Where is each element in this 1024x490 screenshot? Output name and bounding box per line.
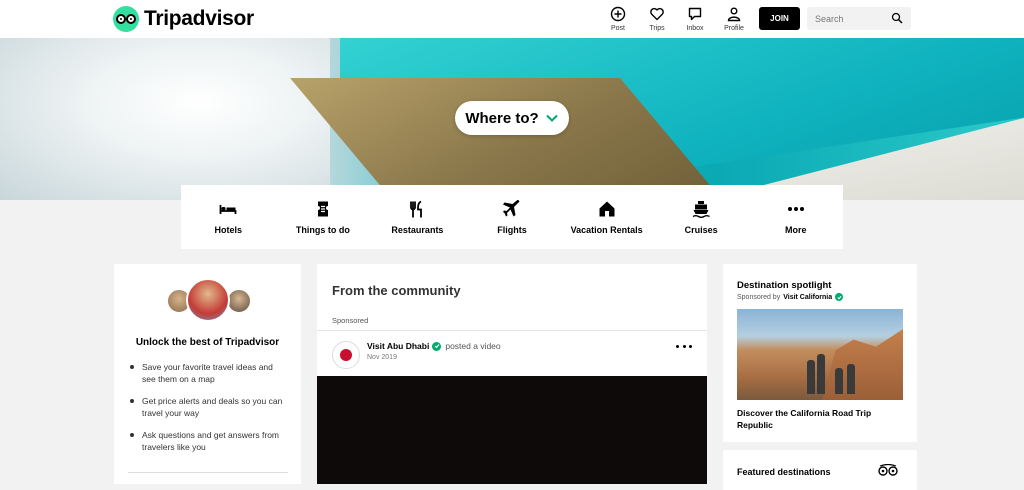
verified-check-icon (432, 341, 442, 351)
spotlight-sponsor: Sponsored by Visit California (737, 293, 844, 301)
category-cruises-label: Cruises (684, 224, 718, 235)
benefit-list: Save your favorite travel ideas and see … (128, 361, 288, 463)
ship-icon (692, 200, 711, 218)
post-date: Nov 2019 (367, 354, 397, 361)
search-placeholder: Search (815, 13, 844, 24)
category-hotels-label: Hotels (214, 224, 243, 235)
nav-profile[interactable]: Profile (714, 6, 754, 32)
verified-check-icon (835, 293, 844, 301)
bed-icon (219, 204, 237, 214)
community-title: From the community (332, 283, 461, 298)
where-to-button[interactable]: Where to? (455, 101, 569, 135)
tripadvisor-logo[interactable]: Tripadvisor (113, 6, 254, 32)
more-dots-icon (787, 206, 804, 211)
category-things-to-do[interactable]: Things to do (276, 185, 371, 249)
benefit-item: Save your favorite travel ideas and see … (128, 361, 288, 385)
unlock-card: Unlock the best of Tripadvisor Save your… (114, 264, 301, 484)
traveler-avatars (166, 278, 252, 324)
nav-inbox[interactable]: Inbox (675, 6, 715, 32)
post-more-options-icon[interactable] (676, 341, 692, 351)
divider (317, 330, 707, 331)
benefit-item: Ask questions and get answers from trave… (128, 429, 288, 453)
community-card: From the community Sponsored Visit Abu D… (317, 264, 707, 484)
divider (128, 472, 288, 473)
benefit-item: Get price alerts and deals so you can tr… (128, 395, 288, 419)
post-author[interactable]: Visit Abu Dhabi (367, 341, 429, 351)
category-flights[interactable]: Flights (465, 185, 560, 249)
avatar (186, 278, 230, 322)
top-header: Tripadvisor Post Trips Inbox Profile JOI… (0, 0, 1024, 38)
nav-trips[interactable]: Trips (637, 6, 677, 32)
visit-abu-dhabi-avatar[interactable] (332, 341, 360, 369)
post-header: Visit Abu Dhabi posted a video (367, 341, 501, 351)
category-restaurants[interactable]: Restaurants (370, 185, 465, 249)
chat-icon (688, 7, 702, 21)
category-vacation-rentals-label: Vacation Rentals (570, 224, 643, 235)
post-action: posted a video (445, 341, 501, 351)
nav-inbox-label: Inbox (686, 25, 704, 32)
search-input[interactable]: Search (807, 7, 911, 30)
destination-spotlight-card: Destination spotlight Sponsored by Visit… (723, 264, 917, 442)
featured-destinations-card: Featured destinations (723, 450, 917, 490)
nav-profile-label: Profile (724, 25, 744, 32)
spotlight-caption[interactable]: Discover the California Road Trip Republ… (737, 407, 907, 431)
hero-ocean-foam (0, 38, 330, 200)
owl-logo-icon (878, 464, 898, 476)
video-player[interactable] (317, 376, 707, 484)
ticket-icon (317, 201, 328, 216)
where-to-label: Where to? (465, 109, 539, 127)
sponsor-name[interactable]: Visit California (783, 294, 832, 301)
category-more-label: More (785, 224, 807, 235)
category-hotels[interactable]: Hotels (181, 185, 276, 249)
spotlight-image[interactable] (737, 309, 903, 400)
sponsored-by-label: Sponsored by (737, 293, 781, 301)
category-things-to-do-label: Things to do (295, 224, 350, 235)
nav-post-label: Post (610, 25, 625, 32)
nav-trips-label: Trips (649, 25, 665, 32)
nav-post[interactable]: Post (598, 6, 638, 32)
plane-icon (503, 199, 520, 216)
category-flights-label: Flights (497, 224, 527, 235)
join-button[interactable]: JOIN (759, 7, 800, 30)
owl-logo-icon (113, 6, 139, 32)
person-icon (727, 7, 741, 22)
featured-title: Featured destinations (737, 467, 831, 477)
spotlight-title: Destination spotlight (737, 280, 832, 291)
logo-text: Tripadvisor (144, 7, 254, 30)
heart-icon (650, 7, 664, 21)
category-cruises[interactable]: Cruises (654, 185, 749, 249)
house-icon (599, 201, 615, 216)
plus-circle-icon (610, 6, 626, 22)
search-icon[interactable] (891, 12, 903, 24)
category-vacation-rentals[interactable]: Vacation Rentals (559, 185, 654, 249)
category-more[interactable]: More (748, 185, 843, 249)
category-bar: Hotels Things to do Restaurants Flights … (181, 185, 843, 249)
sponsored-label: Sponsored (332, 316, 369, 325)
fork-knife-icon (410, 200, 423, 217)
unlock-title: Unlock the best of Tripadvisor (135, 337, 280, 348)
chevron-down-icon (545, 114, 558, 122)
category-restaurants-label: Restaurants (391, 224, 444, 235)
